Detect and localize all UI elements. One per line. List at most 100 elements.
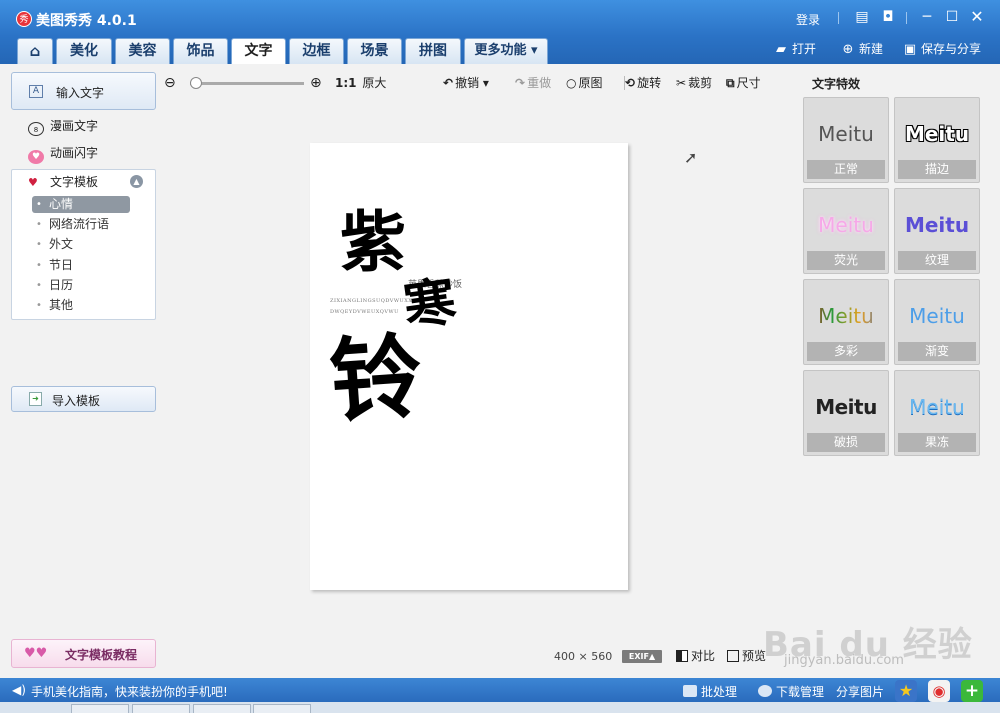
title-separator (838, 12, 839, 24)
text-template-panel: ♥文字模板 ▲ 心情 网络流行语 外文 节日 日历 其他 (11, 169, 156, 320)
compare-button[interactable]: 对比 (676, 648, 715, 664)
chevron-up-icon[interactable]: ▲ (130, 175, 143, 188)
image-canvas[interactable]: 紫 苹果香蕉炒饭 ZIXIANGLINGSUQDVWUXX DWQEYDVWEU… (310, 143, 628, 590)
effect-tile[interactable]: Meitu 渐变 (894, 279, 980, 365)
category-internet-slang[interactable]: 网络流行语 (32, 216, 130, 233)
open-button[interactable]: ▰ 打开 (773, 41, 816, 57)
effect-sample-text: Meitu (904, 213, 970, 237)
new-button[interactable]: ⊕ 新建 (840, 41, 883, 57)
status-message-link[interactable]: 手机美化指南，快来装扮你的手机吧! (31, 683, 228, 700)
effect-sample-text: Meitu (815, 395, 877, 419)
compare-icon (676, 650, 688, 662)
speaker-icon: ◀) (12, 683, 26, 697)
editor-toolbar: ⊖ ⊕ 1:1 原大 ↶ 撤销 ▾ ↷ 重做 ○ 原图 ⟲ 旋转 ✂ 裁剪 ⧉ 尺寸 (160, 72, 790, 94)
canvas-small-english-2[interactable]: DWQEYDVWEUXQVWU (330, 309, 399, 315)
chevron-down-icon[interactable]: ▾ (483, 76, 489, 90)
tab-face[interactable]: 美容 (115, 38, 170, 64)
zoom-in-icon[interactable]: ⊕ (310, 75, 322, 91)
effect-tile[interactable]: Meitu 纹理 (894, 188, 980, 274)
minimize-icon[interactable]: ─ (918, 8, 936, 26)
save-share-button[interactable]: ▣ 保存与分享 (902, 41, 981, 57)
redo-button[interactable]: ↷ 重做 (515, 75, 551, 91)
effect-caption: 荧光 (807, 251, 885, 270)
share-image-button[interactable]: 分享图片 (836, 683, 884, 700)
calligraphy-char-1[interactable]: 紫 (340, 209, 406, 275)
text-template-header[interactable]: ♥ 文字模板 (28, 173, 98, 191)
effect-tile[interactable]: Meitu 正常 (803, 97, 889, 183)
feedback-icon[interactable]: ▤ (853, 8, 871, 26)
import-template-button[interactable]: ➜ 导入模板 (11, 386, 156, 412)
actual-size-button[interactable]: 1:1 原大 (335, 75, 386, 91)
preview-button[interactable]: 预览 (727, 648, 766, 664)
tab-accessories[interactable]: 饰品 (173, 38, 228, 64)
effect-caption: 渐变 (898, 342, 976, 361)
input-text-button[interactable]: A 输入文字 (11, 72, 156, 110)
taskbar-item[interactable] (132, 704, 190, 713)
tab-home[interactable]: ⌂ (17, 38, 53, 64)
save-icon: ▣ (903, 42, 917, 57)
scissors-icon: ✂ (676, 76, 687, 90)
login-link[interactable]: 登录 (796, 11, 820, 28)
category-calendar[interactable]: 日历 (32, 277, 130, 294)
batch-process-button[interactable]: 批处理 (683, 683, 737, 700)
toolbar-separator (624, 76, 625, 90)
rotate-button[interactable]: ⟲ 旋转 (625, 75, 661, 91)
circle-icon: ○ (566, 76, 577, 90)
tab-scene[interactable]: 场景 (347, 38, 402, 64)
comic-text-link[interactable]: 8 漫画文字 (28, 117, 98, 136)
effect-tile[interactable]: Meitu 多彩 (803, 279, 889, 365)
add-plus-icon[interactable]: + (961, 680, 983, 702)
taskbar-item[interactable] (193, 704, 251, 713)
effect-sample-text: Meitu (818, 213, 874, 237)
baidu-watermark-url: jingyan.baidu.com (784, 653, 904, 668)
undo-button[interactable]: ↶ 撤销 ▾ (443, 75, 489, 91)
taskbar-item[interactable] (253, 704, 311, 713)
effect-tile[interactable]: Meitu 破损 (803, 370, 889, 456)
undo-icon: ↶ (443, 76, 454, 90)
category-holiday[interactable]: 节日 (32, 257, 130, 274)
taskbar-item[interactable] (71, 704, 129, 713)
animated-text-link[interactable]: ♥ 动画闪字 (28, 144, 98, 164)
title-bar: 秀 美图秀秀 4.0.1 登录 ▤ ◘ ─ ☐ ✕ (0, 0, 1000, 36)
status-bar: ◀) 手机美化指南，快来装扮你的手机吧! 批处理 下载管理 分享图片 (0, 678, 1000, 702)
effect-sample-text: Meitu (909, 304, 965, 328)
heart-icon: ♥ (28, 150, 44, 164)
category-foreign[interactable]: 外文 (32, 236, 130, 253)
crop-button[interactable]: ✂ 裁剪 (676, 75, 712, 91)
maximize-icon[interactable]: ☐ (943, 8, 961, 26)
tab-frame[interactable]: 边框 (289, 38, 344, 64)
redo-icon: ↷ (515, 76, 526, 90)
category-other[interactable]: 其他 (32, 297, 130, 314)
text-effects-title: 文字特效 (812, 77, 861, 91)
zoom-out-icon[interactable]: ⊖ (164, 75, 176, 91)
title-separator (906, 12, 907, 24)
effect-tile[interactable]: Meitu 荧光 (803, 188, 889, 274)
zoom-slider[interactable] (190, 77, 304, 89)
canvas-small-english-1[interactable]: ZIXIANGLINGSUQDVWUXX (330, 298, 412, 304)
weibo-icon[interactable]: ◉ (928, 680, 950, 702)
skin-icon[interactable]: ◘ (879, 8, 897, 26)
hands-heart-icon: ♥♥ (24, 646, 48, 661)
exif-button[interactable]: EXIF▲ (622, 650, 662, 663)
tab-text[interactable]: 文字 (231, 38, 286, 64)
zoom-slider-handle[interactable] (190, 77, 202, 89)
text-template-tutorial-button[interactable]: ♥♥ 文字模板教程 (11, 639, 156, 668)
app-title: 美图秀秀 4.0.1 (36, 13, 137, 29)
category-mood[interactable]: 心情 (32, 196, 130, 213)
tab-beautify[interactable]: 美化 (56, 38, 112, 64)
effect-sample-text: Meitu (909, 395, 965, 419)
effect-caption: 正常 (807, 160, 885, 179)
resize-button[interactable]: ⧉ 尺寸 (726, 75, 761, 91)
calligraphy-char-3[interactable]: 铃 (326, 322, 425, 436)
star-icon[interactable]: ★ (895, 680, 917, 702)
tab-collage[interactable]: 拼图 (405, 38, 461, 64)
tab-more-features[interactable]: 更多功能 ▾ (464, 38, 548, 64)
effect-caption: 纹理 (898, 251, 976, 270)
original-image-button[interactable]: ○ 原图 (566, 75, 603, 91)
text-box-icon: A (29, 85, 43, 98)
effect-sample-text: Meitu (904, 122, 970, 146)
effect-tile[interactable]: Meitu 描边 (894, 97, 980, 183)
download-manager-button[interactable]: 下载管理 (758, 683, 824, 700)
close-icon[interactable]: ✕ (968, 8, 986, 26)
effect-tile[interactable]: Meitu 果冻 (894, 370, 980, 456)
